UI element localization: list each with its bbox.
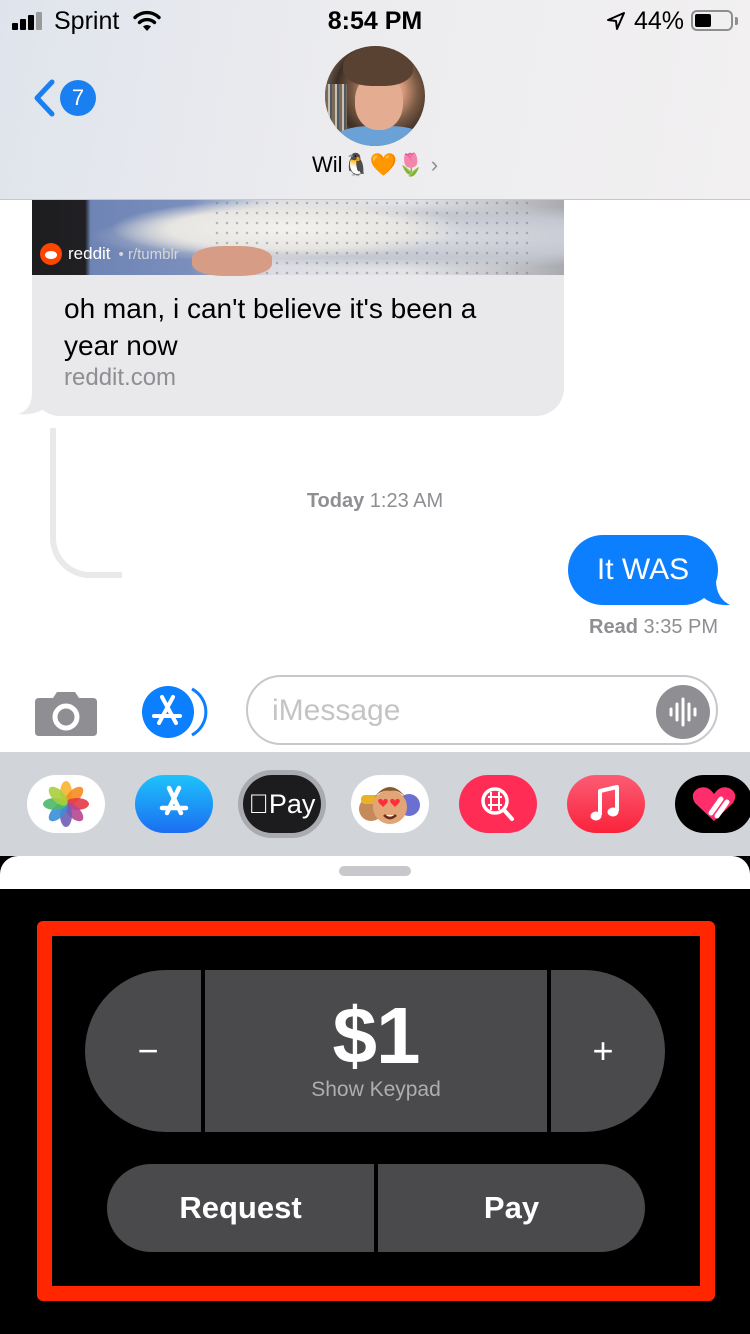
- plus-icon: +: [592, 1030, 614, 1071]
- imessage-field[interactable]: [246, 675, 718, 745]
- sheet-grabber-handle[interactable]: [339, 866, 411, 876]
- bubble-tail: [700, 580, 730, 606]
- contact-avatar[interactable]: [325, 46, 425, 146]
- photos-icon: [43, 781, 89, 827]
- unread-count-badge: 7: [60, 80, 96, 116]
- music-icon: [590, 785, 619, 821]
- back-button[interactable]: 7: [32, 78, 102, 118]
- battery-tip: [735, 17, 738, 25]
- app-music[interactable]: [567, 775, 645, 833]
- app-store-icon[interactable]: [140, 686, 212, 738]
- app-apple-pay[interactable]: Pay: [243, 775, 321, 833]
- contact-name: Wil: [311, 152, 343, 177]
- app-app-store[interactable]: [135, 775, 213, 833]
- apple-pay-label: Pay: [258, 789, 316, 819]
- camera-icon[interactable]: [35, 690, 97, 736]
- battery-percentage: 44%: [634, 7, 685, 35]
- conversation-header: Sprint 8:54 PM 44% 7 Wil🐧🧡🌷 ›: [0, 0, 750, 200]
- message-thread: reddit • r/tumblr oh man, i can't believ…: [0, 200, 750, 752]
- chevron-left-icon: [34, 79, 55, 117]
- app-images-search[interactable]: [459, 775, 537, 833]
- location-arrow-icon: [607, 12, 625, 30]
- images-search-icon: [481, 787, 514, 821]
- link-domain: reddit.com: [64, 364, 177, 391]
- amount-display-button[interactable]: $1 Show Keypad: [205, 970, 547, 1132]
- link-source: reddit • r/tumblr: [40, 242, 179, 266]
- digital-touch-icon: [692, 787, 736, 821]
- source-name: reddit: [68, 244, 111, 263]
- increase-amount-button[interactable]: +: [551, 970, 665, 1132]
- pay-button[interactable]: Pay: [378, 1164, 645, 1252]
- contact-emoji: 🐧🧡🌷: [342, 153, 425, 178]
- payment-actions: Request Pay: [107, 1164, 645, 1252]
- show-keypad-label: Show Keypad: [311, 1078, 441, 1101]
- sent-message-bubble[interactable]: It WAS: [568, 535, 718, 605]
- reddit-logo-icon: [40, 243, 62, 265]
- battery-icon: [691, 10, 733, 31]
- payment-amount: $1: [332, 991, 421, 1080]
- minus-icon: −: [137, 1030, 159, 1071]
- sheet-header: [0, 856, 750, 890]
- bubble-tail: [18, 392, 48, 415]
- imessage-input[interactable]: [272, 689, 642, 733]
- app-drawer: Pay: [0, 752, 750, 856]
- status-bar: Sprint 8:54 PM 44%: [0, 0, 750, 42]
- memoji-icon: [359, 787, 420, 824]
- link-title: oh man, i can't believe it's been a year…: [64, 293, 477, 361]
- chevron-right-icon: ›: [430, 152, 439, 177]
- app-memoji-stickers[interactable]: [351, 775, 429, 833]
- message-timestamp: Today 1:23 AM: [306, 490, 444, 512]
- audio-message-icon[interactable]: [656, 685, 710, 739]
- apple-logo-icon: : [249, 789, 269, 819]
- link-preview-image: reddit • r/tumblr: [32, 200, 564, 276]
- app-store-icon: [159, 785, 189, 816]
- request-button[interactable]: Request: [107, 1164, 374, 1252]
- app-digital-touch[interactable]: [675, 775, 750, 833]
- amount-stepper: − $1 Show Keypad +: [85, 970, 665, 1132]
- decrease-amount-button[interactable]: −: [85, 970, 201, 1132]
- link-preview-bubble[interactable]: reddit • r/tumblr oh man, i can't believ…: [32, 200, 564, 416]
- apple-pay-panel: − $1 Show Keypad + Request Pay: [0, 889, 750, 1334]
- subreddit-name: • r/tumblr: [118, 245, 179, 263]
- contact-name-button[interactable]: Wil🐧🧡🌷 ›: [0, 152, 750, 178]
- composer-bar: [0, 672, 750, 752]
- app-photos[interactable]: [27, 775, 105, 833]
- read-receipt: Read 3:35 PM: [589, 616, 718, 638]
